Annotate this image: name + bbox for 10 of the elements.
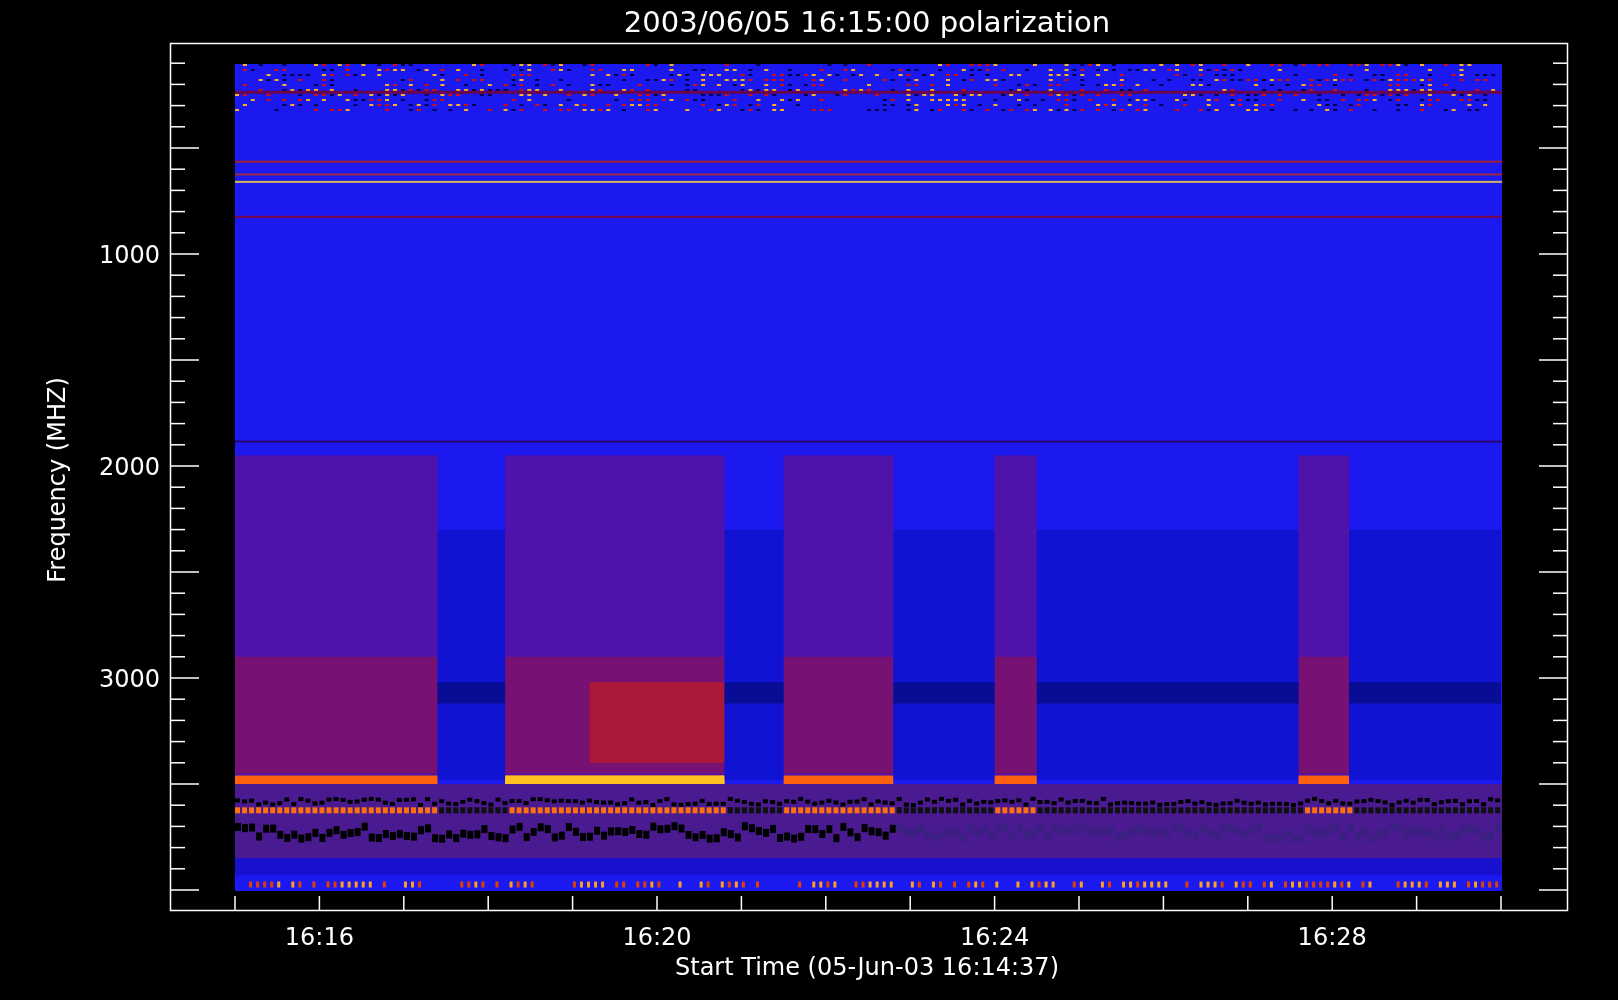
x-tick-label: 16:16 <box>284 923 354 951</box>
chart-title: 2003/06/05 16:15:00 polarization <box>623 5 1111 39</box>
x-tick-label: 16:20 <box>622 923 692 951</box>
y-tick-label: 3000 <box>98 665 160 693</box>
y-axis-label: Frequency (MHZ) <box>43 377 71 583</box>
x-axis-label: Start Time (05-Jun-03 16:14:37) <box>675 953 1059 981</box>
x-tick-label: 16:24 <box>960 923 1030 951</box>
y-tick-label: 2000 <box>98 453 160 481</box>
x-tick-label: 16:28 <box>1297 923 1367 951</box>
y-tick-label: 1000 <box>98 241 160 269</box>
